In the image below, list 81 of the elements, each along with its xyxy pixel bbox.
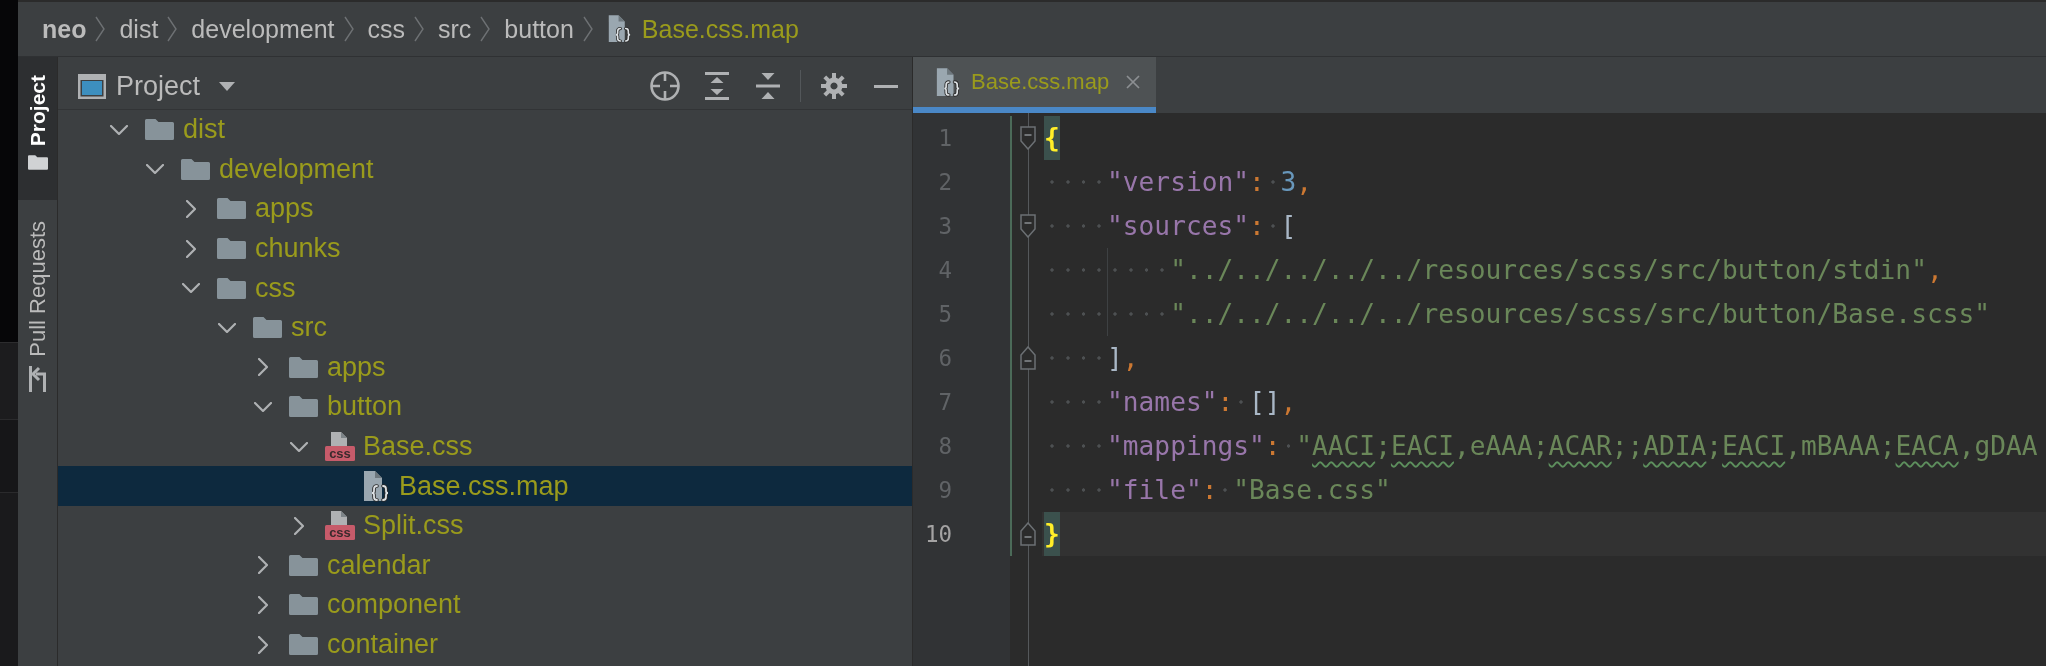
chevron-icon[interactable] [258,556,268,575]
folder-icon [181,158,210,180]
fold-marker-icon[interactable] [1020,522,1036,546]
folder-icon [289,396,318,418]
window-icon [78,73,106,99]
tree-item[interactable]: button [58,387,912,427]
braces-file-icon [935,67,960,97]
chevron-icon [414,16,424,42]
chevron-icon[interactable] [258,635,268,654]
breadcrumb-item[interactable]: Base.css.map [606,14,799,44]
tool-window-tab[interactable]: Project [18,57,57,200]
close-icon[interactable] [1126,75,1141,89]
tree-item[interactable]: calendar [58,545,912,586]
breadcrumb-item[interactable]: src [438,14,472,44]
chevron-icon[interactable] [294,516,304,535]
chevron-icon [167,16,178,42]
folder-icon [217,238,246,260]
breadcrumb-item[interactable]: dist [119,14,159,44]
code-line: "../../../../../resources/scss/src/button/Base.scss" [1044,292,1990,336]
tree-item[interactable]: dist [58,110,912,150]
collapse-all-icon[interactable] [756,72,780,100]
tree-item[interactable]: css Base.css [58,426,912,467]
folder-icon [289,634,318,655]
chevron-icon[interactable] [218,322,236,333]
folder-icon [289,356,318,378]
tree-item[interactable]: development [58,149,912,190]
expand-all-icon[interactable] [705,72,729,100]
breadcrumb-item[interactable]: development [191,14,335,44]
folder-icon [217,198,246,220]
code-line: "mappings": "AACI;EACI,eAAA;ACAR;;ADIA;EACI,mBAAA;EACA,gDAA [1044,424,2038,468]
minus-icon[interactable] [874,84,898,88]
chevron-icon[interactable] [258,595,268,614]
code-line: ], [1044,336,1139,380]
crosshair-icon[interactable] [650,71,680,101]
folder-icon [289,554,318,576]
chevron-icon [480,16,491,42]
folder-icon [253,317,282,339]
fold-marker-icon[interactable] [1020,126,1036,150]
code-line: "version": 3, [1044,160,1313,204]
chevron-icon[interactable] [254,401,272,412]
chevron-icon[interactable] [110,124,128,135]
settings-icon[interactable] [821,73,847,99]
tree-item[interactable]: css [58,268,912,308]
bar-arrow-icon [27,365,48,392]
chevron-icon [95,16,106,42]
chevron-icon[interactable] [186,200,196,218]
folder-icon [217,277,246,299]
code-line: "sources": [ [1044,204,1297,248]
tree-item[interactable]: chunks [58,228,912,269]
tree-item[interactable]: Base.css.map [58,466,912,506]
chevron-icon[interactable] [146,164,164,175]
editor-tab[interactable]: Base.css.map [913,57,1157,113]
chevron-icon[interactable] [186,239,196,258]
chevron-icon[interactable] [182,283,200,294]
breadcrumb-item[interactable]: button [504,14,574,44]
tree-item[interactable]: apps [58,347,912,388]
braces-file-icon [606,15,631,43]
code-line: "file": "Base.css" [1044,468,1391,512]
code-line: "names": [], [1044,380,1297,424]
braces-file-icon [362,470,389,502]
chevron-icon[interactable] [258,358,268,377]
view-dropdown[interactable]: Project [78,70,236,102]
fold-marker-icon[interactable] [1020,346,1036,370]
code-line: "../../../../../resources/scss/src/button/stdin", [1044,248,1943,292]
folder-icon [289,594,318,616]
folder-icon [145,119,174,141]
tree-item[interactable]: container [58,624,912,665]
folder-icon [27,155,48,171]
caret-icon [219,81,236,91]
chevron-icon [582,16,593,42]
tree-item[interactable]: apps [58,189,912,229]
line-number: 10 [924,520,952,549]
chevron-icon[interactable] [290,441,308,452]
tree-item[interactable]: css Split.css [58,505,912,546]
tree-item[interactable]: src [58,307,912,348]
breadcrumb-item[interactable]: css [367,14,405,44]
fold-marker-icon[interactable] [1020,214,1036,238]
chevron-icon [343,16,354,42]
tool-window-tab[interactable]: Pull Requests [18,200,57,402]
tree-item[interactable]: component [58,585,912,625]
breadcrumb-item[interactable]: neo [42,14,87,44]
